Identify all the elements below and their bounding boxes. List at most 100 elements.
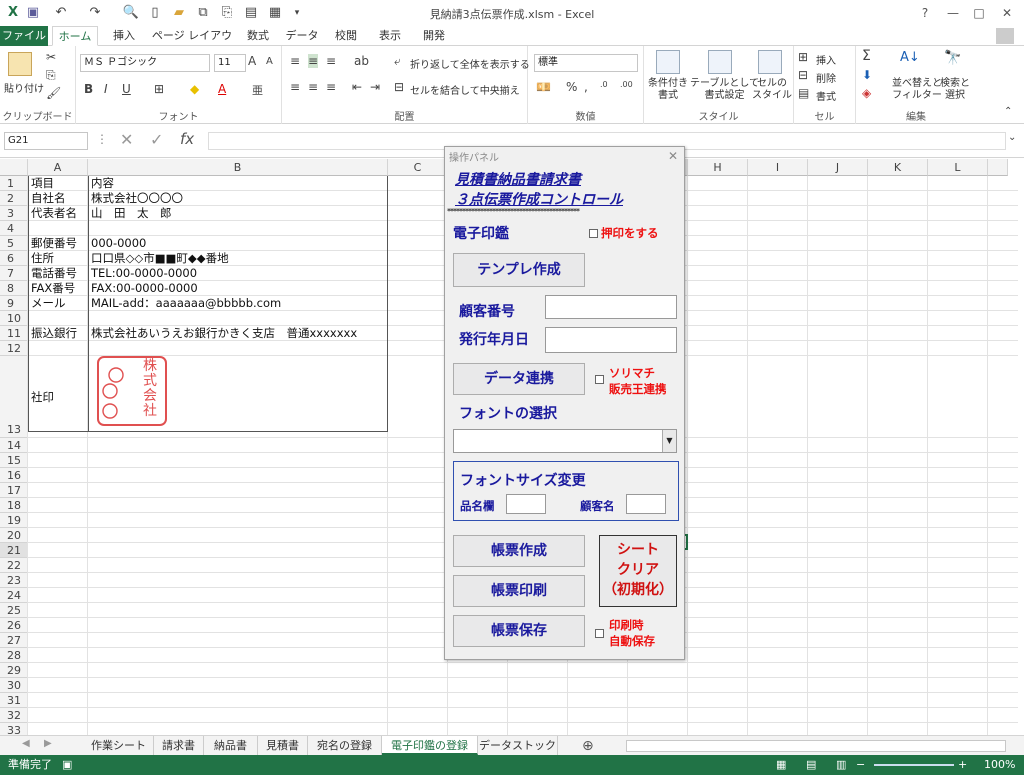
tab-view[interactable]: 表示: [372, 26, 408, 46]
item-size-input[interactable]: [506, 494, 546, 514]
customer-size-input[interactable]: [626, 494, 666, 514]
indent-increase-icon[interactable]: ⇥: [370, 80, 380, 94]
indent-decrease-icon[interactable]: ⇤: [352, 80, 362, 94]
seal-checkbox[interactable]: [589, 229, 598, 238]
select-all-corner[interactable]: [0, 159, 28, 176]
cell-value[interactable]: 株式会社〇〇〇〇: [88, 191, 183, 206]
row-header[interactable]: 14: [0, 438, 28, 453]
find-icon[interactable]: 🔭: [944, 50, 961, 66]
collapse-ribbon-icon[interactable]: ⌃: [1004, 106, 1012, 117]
column-header[interactable]: H: [688, 159, 748, 176]
currency-icon[interactable]: 💴: [536, 80, 551, 94]
cell-value[interactable]: MAIL-add：aaaaaaa@bbbbb.com: [88, 296, 281, 311]
autosave-checkbox[interactable]: [595, 629, 604, 638]
column-header[interactable]: L: [928, 159, 988, 176]
zoom-slider[interactable]: [874, 764, 954, 766]
sheet-tab[interactable]: 宛名の登録: [308, 736, 382, 755]
conditional-format-button[interactable]: 条件付き 書式: [648, 78, 688, 102]
row-header[interactable]: 12: [0, 341, 28, 356]
user-avatar[interactable]: [996, 28, 1014, 44]
cell-item[interactable]: 住所: [28, 251, 54, 266]
delete-icon[interactable]: ⊟: [798, 68, 808, 82]
save-form-button[interactable]: 帳票保存: [453, 615, 585, 647]
align-top-icon[interactable]: ≡: [290, 54, 300, 68]
shrink-font-icon[interactable]: A: [266, 56, 273, 67]
data-link-button[interactable]: データ連携: [453, 363, 585, 395]
row-header[interactable]: 5: [0, 236, 28, 251]
delete-button[interactable]: 削除: [816, 70, 836, 85]
row-header[interactable]: 15: [0, 453, 28, 468]
underline-button[interactable]: U: [122, 82, 131, 96]
row-header[interactable]: 19: [0, 513, 28, 528]
help-button[interactable]: ?: [912, 3, 938, 23]
paste-button[interactable]: 貼り付け: [4, 80, 44, 95]
column-header[interactable]: B: [88, 159, 388, 176]
decrease-decimal-icon[interactable]: .00: [620, 80, 633, 89]
tab-developer[interactable]: 開発: [416, 26, 452, 46]
find-select-button[interactable]: 検索と 選択: [940, 78, 970, 102]
autosum-button[interactable]: Σ: [862, 48, 871, 64]
phonetic-icon[interactable]: 亜: [252, 82, 263, 98]
fill-color-icon[interactable]: ◆: [190, 82, 199, 96]
cell-item[interactable]: FAX番号: [28, 281, 75, 296]
row-header[interactable]: 27: [0, 633, 28, 648]
italic-button[interactable]: I: [104, 82, 108, 96]
column-header[interactable]: K: [868, 159, 928, 176]
tab-data[interactable]: データ: [284, 26, 320, 46]
row-header[interactable]: 18: [0, 498, 28, 513]
close-button[interactable]: ✕: [994, 3, 1020, 23]
cell-value[interactable]: 口口県◇◇市■■町◆◆番地: [88, 251, 229, 266]
font-size-combo[interactable]: 11: [214, 54, 246, 72]
wrap-icon[interactable]: ⤶: [394, 54, 401, 69]
maximize-button[interactable]: □: [966, 3, 992, 23]
control-panel-dialog[interactable]: 操作パネル ✕ 見積書納品書請求書 ３点伝票作成コントロール *********…: [444, 146, 685, 660]
cell-value[interactable]: 山 田 太 郎: [88, 206, 172, 221]
sheet-tab[interactable]: データストック: [478, 736, 558, 755]
row-header[interactable]: 8: [0, 281, 28, 296]
wrap-text-button[interactable]: 折り返して全体を表示する: [410, 56, 530, 71]
cell-item[interactable]: 振込銀行: [28, 326, 77, 341]
sorimachi-checkbox[interactable]: [595, 375, 604, 384]
cell-item[interactable]: 郵便番号: [28, 236, 77, 251]
clear-icon[interactable]: ◈: [862, 86, 871, 100]
format-button[interactable]: 書式: [816, 88, 836, 103]
increase-decimal-icon[interactable]: .0: [600, 80, 608, 89]
row-header[interactable]: 17: [0, 483, 28, 498]
name-box[interactable]: G21: [4, 132, 88, 150]
row-header[interactable]: 33: [0, 723, 28, 735]
sort-filter-icon[interactable]: A↓: [900, 50, 920, 65]
normal-view-icon[interactable]: ▦: [776, 755, 786, 775]
row-header[interactable]: 6: [0, 251, 28, 266]
customer-number-input[interactable]: [545, 295, 677, 319]
cell-item[interactable]: 項目: [28, 176, 54, 191]
formula-options-icon[interactable]: ⋮: [96, 132, 108, 146]
fill-icon[interactable]: ⬇: [862, 68, 872, 82]
issue-date-input[interactable]: [545, 327, 677, 353]
zoom-out-icon[interactable]: −: [856, 755, 865, 775]
row-header[interactable]: 1: [0, 176, 28, 191]
row-header[interactable]: 9: [0, 296, 28, 311]
row-header[interactable]: 11: [0, 326, 28, 341]
insert-icon[interactable]: ⊞: [798, 50, 808, 64]
cell-item[interactable]: 代表者名: [28, 206, 77, 221]
tab-file[interactable]: ファイル: [0, 26, 48, 46]
row-header[interactable]: 23: [0, 573, 28, 588]
clear-sheet-button[interactable]: シート クリア （初期化）: [599, 535, 677, 607]
paste-icon[interactable]: [8, 52, 32, 76]
tab-page-layout[interactable]: ページ レイアウト: [150, 26, 234, 62]
format-table-button[interactable]: テーブルとして 書式設定: [690, 78, 759, 102]
row-header[interactable]: 31: [0, 693, 28, 708]
insert-function-button[interactable]: fx: [180, 130, 194, 148]
scroll-left-icon[interactable]: ◀: [22, 738, 30, 749]
cell-value[interactable]: 000-0000: [88, 236, 146, 251]
align-bottom-icon[interactable]: ≡: [326, 54, 336, 68]
tab-formulas[interactable]: 数式: [240, 26, 276, 46]
page-layout-view-icon[interactable]: ▤: [806, 755, 816, 775]
align-middle-icon[interactable]: ≡: [308, 54, 319, 68]
row-header[interactable]: 2: [0, 191, 28, 206]
sort-filter-button[interactable]: 並べ替えと フィルター: [892, 78, 942, 102]
font-name-combo[interactable]: ＭＳ Ｐゴシック: [80, 54, 210, 72]
row-header[interactable]: 24: [0, 588, 28, 603]
expand-formula-icon[interactable]: ⌄: [1008, 132, 1016, 143]
align-right-icon[interactable]: ≡: [326, 80, 336, 94]
